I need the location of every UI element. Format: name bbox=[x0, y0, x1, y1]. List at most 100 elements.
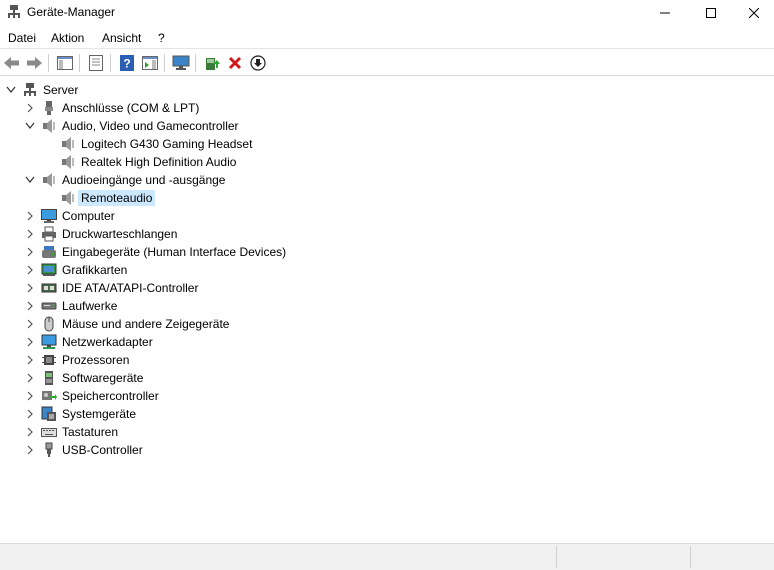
tree-category-anschlusse-com-lpt[interactable]: Anschlüsse (COM & LPT) bbox=[0, 99, 774, 117]
tree-node-label: Prozessoren bbox=[62, 353, 130, 367]
tree-category-ide-ata-atapi-controller[interactable]: IDE ATA/ATAPI-Controller bbox=[0, 279, 774, 297]
device-manager-icon bbox=[6, 4, 22, 20]
tree-node-label: USB-Controller bbox=[62, 443, 143, 457]
chevron-right-icon[interactable] bbox=[25, 319, 35, 329]
chevron-down-icon[interactable] bbox=[25, 175, 35, 185]
server-icon bbox=[22, 82, 38, 98]
toolbar: ? bbox=[0, 48, 774, 76]
status-pane-1 bbox=[556, 546, 557, 568]
tree-node-label: Remoteaudio bbox=[78, 190, 156, 206]
close-button[interactable] bbox=[734, 0, 774, 26]
computer-icon bbox=[41, 208, 57, 224]
tree-node-label: IDE ATA/ATAPI-Controller bbox=[62, 281, 199, 295]
speaker-icon bbox=[41, 118, 57, 134]
tree-category-druckwarteschlangen[interactable]: Druckwarteschlangen bbox=[0, 225, 774, 243]
port-icon bbox=[41, 100, 57, 116]
tree-category-softwaregerate[interactable]: Softwaregeräte bbox=[0, 369, 774, 387]
tree-category-audioeingange-und-ausgange[interactable]: Audioeingänge und -ausgänge bbox=[0, 171, 774, 189]
chevron-right-icon[interactable] bbox=[25, 229, 35, 239]
tree-device-realtek-high-definition-audio[interactable]: Realtek High Definition Audio bbox=[0, 153, 774, 171]
menu-datei[interactable]: Datei bbox=[8, 31, 36, 45]
tree-category-laufwerke[interactable]: Laufwerke bbox=[0, 297, 774, 315]
tree-node-label: Audioeingänge und -ausgänge bbox=[62, 173, 226, 187]
chevron-right-icon[interactable] bbox=[25, 355, 35, 365]
tree-node-label: Logitech G430 Gaming Headset bbox=[81, 137, 253, 151]
chevron-down-icon[interactable] bbox=[25, 121, 35, 131]
tree-node-label: Speichercontroller bbox=[62, 389, 159, 403]
menu-aktion[interactable]: Aktion bbox=[51, 31, 84, 45]
device-tree: Server Anschlüsse (COM & LPT) Audio, Vide… bbox=[0, 80, 774, 540]
tree-node-label: Systemgeräte bbox=[62, 407, 137, 421]
show-hide-console-tree-icon[interactable] bbox=[55, 53, 75, 73]
storage-controller-icon bbox=[41, 388, 57, 404]
system-device-icon bbox=[41, 406, 57, 422]
tree-category-netzwerkadapter[interactable]: Netzwerkadapter bbox=[0, 333, 774, 351]
tree-node-label: Computer bbox=[62, 209, 115, 223]
update-driver-icon[interactable] bbox=[202, 53, 222, 73]
tree-category-prozessoren[interactable]: Prozessoren bbox=[0, 351, 774, 369]
tree-category-speichercontroller[interactable]: Speichercontroller bbox=[0, 387, 774, 405]
chevron-right-icon[interactable] bbox=[25, 391, 35, 401]
speaker-icon bbox=[60, 136, 76, 152]
mouse-icon bbox=[41, 316, 57, 332]
chevron-right-icon[interactable] bbox=[25, 103, 35, 113]
properties-icon[interactable] bbox=[86, 53, 106, 73]
processor-icon bbox=[41, 352, 57, 368]
chevron-right-icon[interactable] bbox=[25, 247, 35, 257]
disk-drive-icon bbox=[41, 298, 57, 314]
tree-category-mause-und-andere-zeigegerate[interactable]: Mäuse und andere Zeigegeräte bbox=[0, 315, 774, 333]
uninstall-x-icon[interactable] bbox=[225, 53, 245, 73]
status-bar bbox=[0, 543, 774, 570]
tree-root-label: Server bbox=[43, 83, 79, 97]
display-adapter-icon bbox=[41, 262, 57, 278]
tree-category-systemgerate[interactable]: Systemgeräte bbox=[0, 405, 774, 423]
chevron-right-icon[interactable] bbox=[25, 373, 35, 383]
action-pane-icon[interactable] bbox=[140, 53, 160, 73]
menu-ansicht[interactable]: Ansicht bbox=[102, 31, 141, 45]
tree-category-grafikkarten[interactable]: Grafikkarten bbox=[0, 261, 774, 279]
network-adapter-icon bbox=[41, 334, 57, 350]
chevron-right-icon[interactable] bbox=[25, 265, 35, 275]
maximize-button[interactable] bbox=[688, 0, 734, 26]
speaker-icon bbox=[41, 172, 57, 188]
tree-device-logitech-g430-gaming-headset[interactable]: Logitech G430 Gaming Headset bbox=[0, 135, 774, 153]
tree-node-label: Grafikkarten bbox=[62, 263, 128, 277]
chevron-right-icon[interactable] bbox=[25, 409, 35, 419]
hid-icon bbox=[41, 244, 57, 260]
speaker-icon bbox=[60, 154, 76, 170]
menu-bar: Datei Aktion Ansicht ? bbox=[0, 28, 774, 48]
chevron-right-icon[interactable] bbox=[25, 283, 35, 293]
monitor-scan-icon[interactable] bbox=[171, 53, 191, 73]
tree-node-label: Eingabegeräte (Human Interface Devices) bbox=[62, 245, 287, 259]
chevron-right-icon[interactable] bbox=[25, 301, 35, 311]
minimize-button[interactable] bbox=[642, 0, 688, 26]
tree-category-eingabegerate-human-interface-devices[interactable]: Eingabegeräte (Human Interface Devices) bbox=[0, 243, 774, 261]
tree-node-label: Softwaregeräte bbox=[62, 371, 144, 385]
tree-category-computer[interactable]: Computer bbox=[0, 207, 774, 225]
title-bar: Geräte-Manager bbox=[0, 0, 774, 26]
tree-node-label: Druckwarteschlangen bbox=[62, 227, 178, 241]
tree-device-remoteaudio[interactable]: Remoteaudio bbox=[0, 189, 774, 207]
back-arrow-icon[interactable] bbox=[2, 53, 22, 73]
help-icon[interactable]: ? bbox=[117, 53, 137, 73]
chevron-right-icon[interactable] bbox=[25, 211, 35, 221]
chevron-right-icon[interactable] bbox=[25, 445, 35, 455]
printer-icon bbox=[41, 226, 57, 242]
tree-node-label: Tastaturen bbox=[62, 425, 119, 439]
chevron-right-icon[interactable] bbox=[25, 427, 35, 437]
forward-arrow-icon[interactable] bbox=[24, 53, 44, 73]
svg-text:?: ? bbox=[123, 57, 130, 71]
chevron-down-icon[interactable] bbox=[6, 85, 16, 95]
chevron-right-icon[interactable] bbox=[25, 337, 35, 347]
status-pane-2 bbox=[690, 546, 691, 568]
tree-category-tastaturen[interactable]: Tastaturen bbox=[0, 423, 774, 441]
tree-node-label: Audio, Video und Gamecontroller bbox=[62, 119, 239, 133]
usb-icon bbox=[41, 442, 57, 458]
tree-category-audio-video-und-gamecontroller[interactable]: Audio, Video und Gamecontroller bbox=[0, 117, 774, 135]
software-device-icon bbox=[41, 370, 57, 386]
window-title: Geräte-Manager bbox=[27, 5, 116, 19]
menu-help[interactable]: ? bbox=[158, 31, 165, 45]
tree-category-usb-controller[interactable]: USB-Controller bbox=[0, 441, 774, 459]
disable-down-arrow-icon[interactable] bbox=[248, 53, 268, 73]
tree-root[interactable]: Server bbox=[0, 81, 774, 99]
